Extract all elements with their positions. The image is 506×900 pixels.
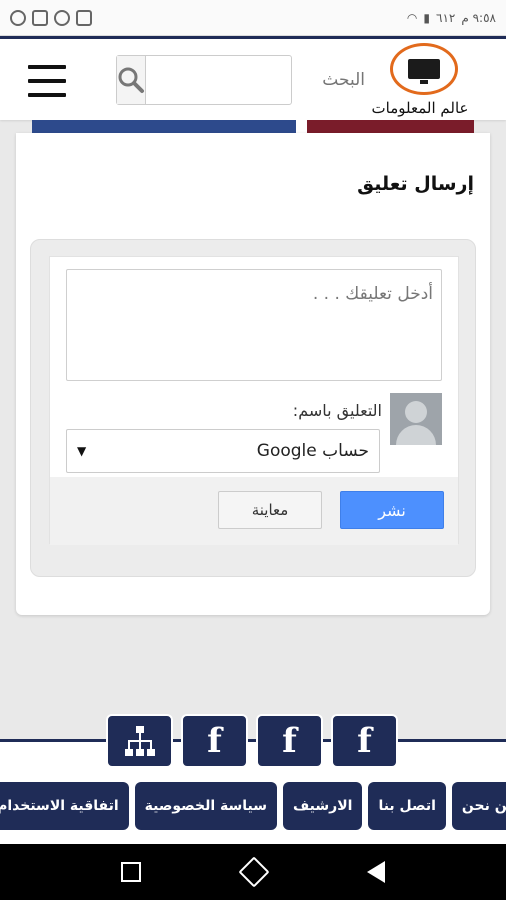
facebook-button[interactable]: f	[181, 714, 248, 768]
publish-button[interactable]: نشر	[340, 491, 444, 529]
recents-icon[interactable]	[121, 862, 141, 882]
status-bar-system: ◠ ▮ ٦١٢ ٩:٥٨ م	[407, 11, 496, 25]
form-actions: نشر معاينة	[50, 477, 458, 545]
android-nav-bar	[0, 844, 506, 900]
message-icon	[32, 9, 48, 26]
comment-form: أدخل تعليقك . . . التعليق باسم: ▼ Google…	[49, 256, 459, 545]
sitemap-button[interactable]	[106, 714, 173, 768]
messenger-icon	[10, 9, 26, 26]
footer-link-about[interactable]: من نحن	[451, 782, 506, 830]
sitemap-icon	[124, 726, 155, 756]
footer-link-contact[interactable]: اتصل بنا	[368, 782, 446, 830]
site-header: عالم المعلومات	[0, 36, 506, 120]
image-icon	[76, 9, 92, 26]
back-icon[interactable]	[367, 861, 385, 883]
comment-as-label: التعليق باسم:	[292, 401, 382, 420]
home-icon[interactable]	[238, 856, 270, 888]
facebook-button[interactable]: f	[331, 714, 398, 768]
share-bar-blue[interactable]	[32, 120, 296, 133]
comment-section-title: إرسال تعليق	[357, 173, 474, 195]
battery-level: ٦١٢	[436, 10, 456, 25]
facebook-icon: f	[282, 721, 297, 761]
share-bar	[32, 120, 474, 133]
clock: ٩:٥٨ م	[461, 10, 496, 25]
avatar	[390, 393, 442, 445]
search-box	[116, 55, 375, 105]
search-button[interactable]	[117, 56, 146, 104]
site-logo[interactable]: عالم المعلومات	[364, 43, 476, 119]
search-icon	[118, 67, 144, 93]
comment-textarea[interactable]: أدخل تعليقك . . .	[66, 269, 442, 381]
menu-icon[interactable]	[28, 65, 66, 97]
account-select[interactable]: ▼ Google حساب	[66, 429, 380, 473]
footer-link-archive[interactable]: الارشيف	[283, 782, 363, 830]
facebook-icon: f	[357, 721, 372, 761]
comment-form-container: أدخل تعليقك . . . التعليق باسم: ▼ Google…	[30, 239, 476, 577]
comment-card: إرسال تعليق أدخل تعليقك . . . التعليق با…	[16, 133, 490, 615]
facebook-icon: f	[207, 721, 222, 761]
logo-emblem	[390, 43, 458, 95]
caret-down-icon: ▼	[77, 444, 87, 458]
footer-link-privacy[interactable]: سياسة الخصوصية	[134, 782, 277, 830]
preview-button[interactable]: معاينة	[218, 491, 322, 529]
footer-links: من نحن اتصل بنا الارشيف سياسة الخصوصية ا…	[0, 782, 506, 830]
social-links: f f f	[106, 714, 398, 768]
facebook-button[interactable]: f	[256, 714, 323, 768]
signal-icon: ▮	[423, 10, 431, 25]
monitor-icon	[408, 59, 440, 84]
footer-link-terms[interactable]: اتفاقية الاستخدام	[0, 782, 129, 830]
account-select-value: Google حساب	[256, 441, 369, 461]
search-input[interactable]	[146, 56, 375, 104]
share-bar-red[interactable]	[307, 120, 474, 133]
status-bar: ◠ ▮ ٦١٢ ٩:٥٨ م	[0, 0, 506, 36]
status-bar-notifications	[10, 9, 92, 26]
logo-text: عالم المعلومات	[371, 99, 469, 117]
sync-icon	[54, 9, 70, 26]
wifi-icon: ◠	[406, 10, 418, 25]
